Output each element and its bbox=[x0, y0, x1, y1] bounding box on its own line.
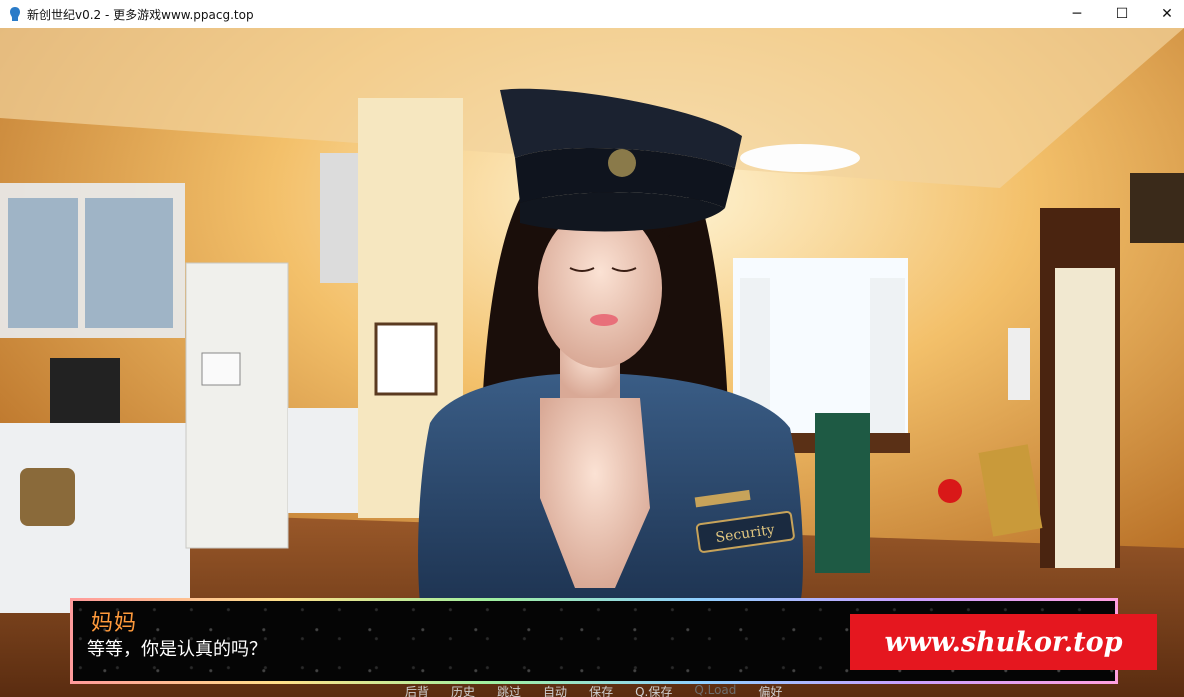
window-title: 新创世纪v0.2 - 更多游戏www.ppacg.top bbox=[27, 7, 254, 22]
quick-menu-history[interactable]: 历史 bbox=[451, 683, 475, 697]
quick-menu-quick-load[interactable]: Q.Load bbox=[694, 683, 736, 697]
speaker-name: 妈妈 bbox=[91, 611, 138, 636]
app-icon bbox=[10, 7, 20, 21]
close-button[interactable]: ✕ bbox=[1144, 0, 1184, 28]
quick-menu-quick-save[interactable]: Q.保存 bbox=[635, 683, 672, 697]
minimize-button[interactable]: ─ bbox=[1054, 0, 1100, 28]
dialogue-text: 等等，你是认真的吗？ bbox=[87, 639, 267, 660]
quick-menu-save[interactable]: 保存 bbox=[589, 683, 613, 697]
quick-menu-auto[interactable]: 自动 bbox=[543, 683, 567, 697]
maximize-button[interactable]: ☐ bbox=[1099, 0, 1145, 28]
game-scene[interactable]: Security 妈妈 等等，你是认真的吗？ www.shukor.top 后背… bbox=[0, 28, 1184, 697]
quick-menu-preferences[interactable]: 偏好 bbox=[758, 683, 782, 697]
quick-menu-back[interactable]: 后背 bbox=[405, 683, 429, 697]
game-window: 新创世纪v0.2 - 更多游戏www.ppacg.top ─ ☐ ✕ Secur… bbox=[0, 0, 1184, 697]
title-bar[interactable]: 新创世纪v0.2 - 更多游戏www.ppacg.top ─ ☐ ✕ bbox=[0, 0, 1184, 28]
quick-menu: 后背 历史 跳过 自动 保存 Q.保存 Q.Load 偏好 bbox=[405, 683, 804, 697]
watermark-banner: www.shukor.top bbox=[850, 614, 1157, 670]
watermark-text: www.shukor.top bbox=[884, 626, 1123, 658]
room-background: Security bbox=[0, 28, 1184, 697]
quick-menu-skip[interactable]: 跳过 bbox=[497, 683, 521, 697]
